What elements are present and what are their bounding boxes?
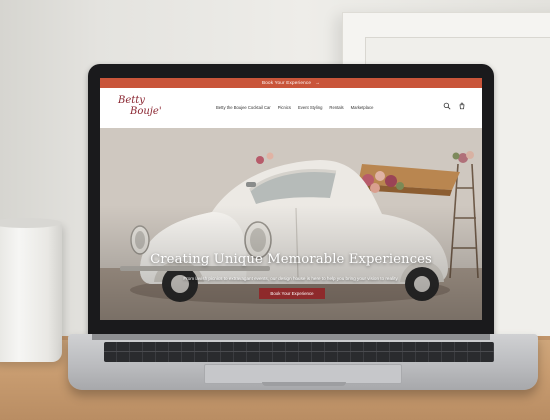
nav-item-picnics[interactable]: Picnics xyxy=(278,105,291,110)
hero-section: Creating Unique Memorable Experiences Fr… xyxy=(100,128,482,320)
nav-item-marketplace[interactable]: Marketplace xyxy=(351,105,374,110)
hero-headline: Creating Unique Memorable Experiences xyxy=(150,252,432,267)
laptop-trackpad xyxy=(204,364,402,384)
main-nav: Betty the Boujee Cocktail Car Picnics Ev… xyxy=(216,105,373,110)
nav-item-cocktail-car[interactable]: Betty the Boujee Cocktail Car xyxy=(216,105,271,110)
hero-subtext: From lavish picnics to extravagant event… xyxy=(183,276,399,281)
book-experience-button[interactable]: Book Your Experience xyxy=(259,288,325,299)
promo-bar[interactable]: Book Your Experience → xyxy=(100,78,482,88)
laptop-notch xyxy=(262,382,346,386)
arrow-right-icon: → xyxy=(315,80,320,85)
site-logo[interactable]: Betty Bouje' xyxy=(118,96,162,117)
header-icons xyxy=(443,102,466,110)
site-header: Betty Bouje' Betty the Boujee Cocktail C… xyxy=(100,88,482,128)
logo-line-1: Betty xyxy=(118,95,145,106)
laptop-keyboard xyxy=(104,342,494,362)
nav-item-rentals[interactable]: Rentals xyxy=(329,105,343,110)
logo-line-2: Bouje' xyxy=(130,106,162,117)
cart-icon[interactable] xyxy=(458,102,466,110)
laptop-screen: Book Your Experience → Betty Bouje' Betty… xyxy=(100,78,482,320)
promo-bar-label[interactable]: Book Your Experience xyxy=(262,80,311,85)
white-mug xyxy=(0,222,62,362)
search-icon[interactable] xyxy=(443,102,451,110)
nav-item-event-styling[interactable]: Event Styling xyxy=(298,105,322,110)
laptop-hinge xyxy=(92,334,490,340)
